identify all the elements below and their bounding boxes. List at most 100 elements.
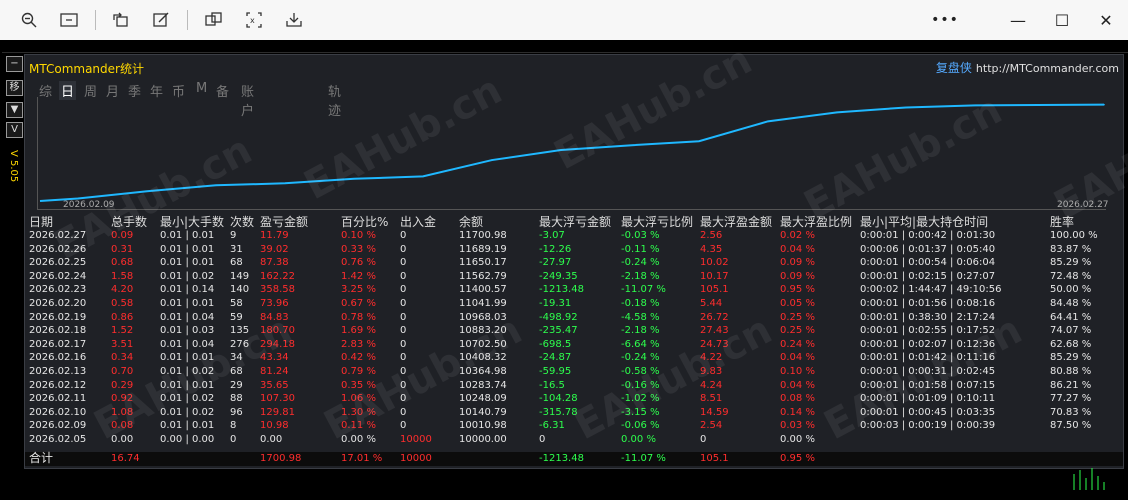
table-cell: 2026.02.13 [29, 366, 87, 377]
column-header: 最小|平均|最大持仓时间 [860, 215, 989, 229]
table-cell: 0:00:03 | 0:00:19 | 0:00:39 [860, 420, 996, 432]
table-cell: 135 [230, 325, 250, 337]
table-cell: 0.00 % [780, 434, 815, 445]
close-button[interactable]: ✕ [1086, 6, 1126, 34]
table-cell: 85.29 % [1050, 257, 1092, 269]
table-cell: 149 [230, 270, 250, 282]
column-header: 最大浮亏比例 [621, 215, 694, 229]
table-cell: 0 [400, 298, 407, 309]
table-cell: 14.59 [700, 406, 729, 418]
table-cell: 2026.02.23 [29, 284, 87, 296]
table-cell: 0.95 % [780, 284, 815, 296]
balance-line [39, 103, 1105, 202]
more-options-icon[interactable]: ••• [925, 6, 965, 34]
table-row: 2026.02.19 0.86 0.01 | 0.04 59 84.83 0.78 % 0 1… [25, 311, 1123, 324]
table-cell: 0:00:01 | 0:00:42 | 0:01:30 [860, 230, 996, 241]
table-cell: 10000 [400, 434, 432, 445]
table-cell: 0:00:01 | 0:02:15 | 0:27:07 [860, 270, 996, 282]
translate-icon[interactable] [201, 8, 227, 32]
table-cell: 84.83 [260, 311, 289, 323]
table-row: 2026.02.23 4.20 0.01 | 0.14 140 358.58 3.25 %… [25, 283, 1123, 296]
balance-point [767, 120, 769, 123]
table-row: 2026.02.05 0.00 0.00 | 0.00 0 0.00 0.00 % 1000… [25, 433, 1123, 446]
total-max-float-profit: 105.1 [700, 453, 729, 464]
table-cell: -104.28 [539, 393, 578, 405]
table-cell: 0.00 [111, 434, 134, 445]
table-cell: 0.35 % [341, 379, 376, 391]
tab-magic[interactable]: M [196, 81, 207, 96]
move-panel-button[interactable]: 移 [6, 80, 23, 96]
table-cell: 0 [700, 434, 707, 445]
table-cell: 0.24 % [780, 338, 815, 350]
version-label: V 5.05 [8, 150, 19, 183]
maximize-button[interactable]: ☐ [1042, 6, 1082, 34]
table-cell: 0 [400, 257, 407, 269]
table-row: 2026.02.17 3.51 0.01 | 0.04 276 294.18 2.83 %… [25, 338, 1123, 351]
table-cell: 162.22 [260, 270, 295, 282]
table-cell: -315.78 [539, 406, 578, 418]
svg-text:x: x [250, 16, 255, 25]
table-cell: 10140.79 [459, 406, 507, 418]
table-cell: 0.09 % [780, 270, 815, 282]
check-button[interactable]: V [6, 122, 23, 138]
table-row: 2026.02.18 1.52 0.01 | 0.03 135 180.70 1.69 %… [25, 324, 1123, 337]
table-cell: 81.24 [260, 366, 289, 377]
table-cell: 11689.19 [459, 243, 507, 255]
column-header: 最小|大手数 [160, 215, 225, 229]
table-row: 2026.02.11 0.92 0.01 | 0.02 88 107.30 1.06 % 0… [25, 392, 1123, 405]
table-cell: -1213.48 [539, 284, 584, 296]
side-toolbar: − 移 ▼ V V 5.05 [2, 54, 23, 474]
table-cell: 10.17 [700, 270, 729, 282]
edit-icon[interactable] [148, 8, 174, 32]
table-cell: 0.08 [111, 420, 134, 432]
table-cell: 68 [230, 257, 243, 269]
table-cell: -2.18 % [621, 270, 660, 282]
minimize-button[interactable]: — [998, 6, 1038, 34]
table-cell: 0.01 | 0.01 [160, 257, 215, 269]
dropdown-button[interactable]: ▼ [6, 102, 23, 118]
table-cell: 10.98 [260, 420, 289, 432]
table-cell: 2026.02.17 [29, 338, 87, 350]
table-cell: 0:00:01 | 0:02:55 | 0:17:52 [860, 325, 996, 337]
ai-scan-icon[interactable]: x [241, 8, 267, 32]
table-cell: 77.27 % [1050, 393, 1092, 405]
table-cell: 0:00:01 | 0:01:09 | 0:10:11 [860, 393, 996, 405]
table-cell: 34 [230, 352, 243, 364]
table-cell: 59 [230, 311, 243, 323]
table-cell: 39.02 [260, 243, 289, 255]
table-cell: 2026.02.18 [29, 325, 87, 337]
table-cell: 0.00 | 0.00 [160, 434, 215, 445]
table-cell: 0.29 [111, 379, 134, 391]
table-cell: 0.01 | 0.01 [160, 420, 215, 432]
table-cell: -3.15 % [621, 406, 660, 418]
table-cell: 0.78 % [341, 311, 376, 323]
table-cell: 9.83 [700, 366, 723, 377]
table-cell: 294.18 [260, 338, 295, 350]
fit-page-icon[interactable] [56, 8, 82, 32]
table-cell: 10010.98 [459, 420, 507, 432]
table-cell: 11650.17 [459, 257, 507, 269]
table-cell: 107.30 [260, 393, 295, 405]
table-cell: 140 [230, 284, 250, 296]
brand-url[interactable]: http://MTCommander.com [976, 62, 1119, 75]
table-cell: -24.87 [539, 352, 572, 364]
table-row: 2026.02.26 0.31 0.01 | 0.01 31 39.02 0.33 % 0 1… [25, 243, 1123, 256]
table-cell: 10364.98 [459, 366, 507, 377]
table-cell: 0 [400, 325, 407, 337]
table-cell: -1.02 % [621, 393, 660, 405]
balance-point [560, 149, 562, 151]
download-icon[interactable] [281, 8, 307, 32]
minimize-panel-button[interactable]: − [6, 56, 23, 72]
brand-link[interactable]: 复盘侠 http://MTCommander.com [936, 59, 1119, 76]
table-cell: 0 [400, 230, 407, 241]
table-cell: 2026.02.16 [29, 352, 87, 364]
table-cell: 35.65 [260, 379, 289, 391]
table-cell: 4.22 [700, 352, 723, 364]
zoom-out-icon[interactable] [16, 8, 42, 32]
table-cell: 0.00 [260, 434, 283, 445]
column-header: 次数 [230, 215, 255, 229]
rotate-icon[interactable] [108, 8, 134, 32]
table-row: 2026.02.20 0.58 0.01 | 0.01 58 73.96 0.67 % 0 1… [25, 297, 1123, 310]
table-cell: 87.50 % [1050, 420, 1092, 432]
table-cell: 0.04 % [780, 352, 815, 364]
